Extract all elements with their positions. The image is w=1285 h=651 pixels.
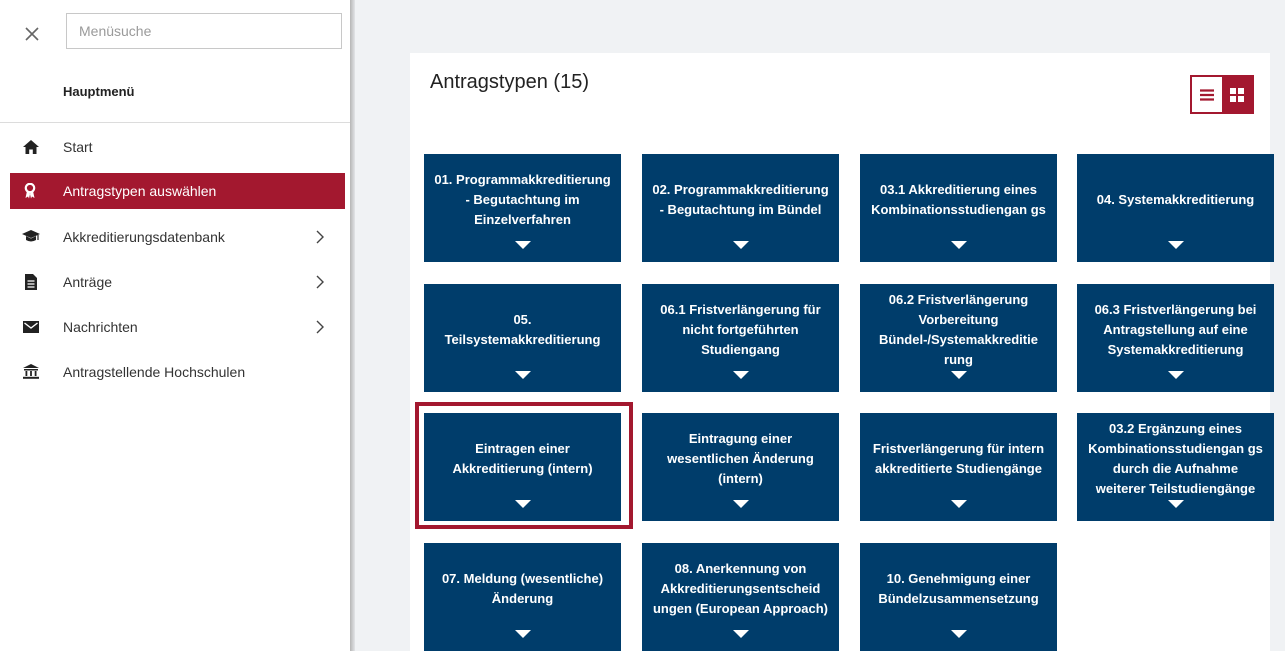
caret-down-icon [514, 500, 531, 508]
tile-application-type[interactable]: 06.3 Fristverlängerung bei Antragstellun… [1077, 284, 1274, 392]
chevron-right-icon [313, 275, 327, 289]
tile-label: 05. Teilsystemakkreditierung [444, 312, 601, 347]
nav-item-label: Antragstellende Hochschulen [63, 363, 246, 380]
nav-item-antragstypen[interactable]: Antragstypen auswählen [10, 173, 345, 209]
grid-icon [1230, 87, 1244, 102]
tile-application-type[interactable]: 07. Meldung (wesentliche) Änderung [424, 543, 621, 651]
caret-down-icon [950, 371, 967, 379]
tile-application-type[interactable]: 03.2 Ergänzung eines Kombinationsstudien… [1077, 413, 1274, 521]
caret-down-icon [732, 500, 749, 508]
close-menu-button[interactable] [20, 22, 44, 46]
tile-label: 01. Programmakkreditierung - Begutachtun… [434, 172, 611, 227]
caret-down-icon [732, 630, 749, 638]
menu-search-input[interactable] [66, 13, 342, 49]
page-title: Antragstypen (15) [430, 71, 589, 93]
caret-down-icon [1167, 500, 1184, 508]
caret-down-icon [950, 241, 967, 249]
chevron-right-icon [313, 230, 327, 244]
list-icon [1200, 88, 1214, 101]
nav-item-label: Antragstypen auswählen [63, 183, 217, 199]
chevron-right-icon [313, 320, 327, 334]
grid-view-button[interactable] [1222, 77, 1252, 112]
caret-down-icon [514, 371, 531, 379]
tile-application-type[interactable]: 02. Programmakkreditierung - Begutachtun… [642, 154, 839, 262]
tile-label: 07. Meldung (wesentliche) Änderung [441, 571, 604, 606]
tile-label: Eintragung einer wesentlichen Änderung (… [667, 431, 814, 486]
menu-divider [0, 122, 350, 123]
close-icon [25, 27, 39, 41]
nav-item-antraege[interactable]: Anträge [0, 259, 345, 304]
caret-down-icon [950, 500, 967, 508]
tile-label: 04. Systemakkreditierung [1096, 192, 1255, 207]
view-toggle [1190, 75, 1254, 114]
tile-application-type[interactable]: Fristverlängerung für intern akkreditier… [860, 413, 1057, 521]
sidebar-edge [350, 0, 355, 651]
caret-down-icon [950, 630, 967, 638]
tile-label: 06.3 Fristverlängerung bei Antragstellun… [1094, 302, 1257, 357]
tile-label: 08. Anerkennung von Akkreditierungsentsc… [652, 561, 829, 616]
graduation-cap-icon [22, 228, 40, 246]
envelope-icon [22, 318, 40, 336]
caret-down-icon [1167, 371, 1184, 379]
tile-application-type[interactable]: Eintragung einer wesentlichen Änderung (… [642, 413, 839, 521]
tile-label: 10. Genehmigung einer Bündelzusammensetz… [878, 571, 1039, 606]
tile-label: Fristverlängerung für intern akkreditier… [872, 441, 1045, 476]
tile-label: 02. Programmakkreditierung - Begutachtun… [652, 182, 829, 217]
nav-item-label: Start [63, 138, 93, 155]
menu-heading: Hauptmenü [63, 84, 135, 99]
university-icon [22, 363, 40, 381]
nav-item-label: Nachrichten [63, 318, 138, 335]
tile-application-type[interactable]: 01. Programmakkreditierung - Begutachtun… [424, 154, 621, 262]
tile-application-type[interactable]: 03.1 Akkreditierung eines Kombinationsst… [860, 154, 1057, 262]
tile-application-type[interactable]: Eintragen einer Akkreditierung (intern) [424, 413, 621, 521]
tile-application-type[interactable]: 10. Genehmigung einer Bündelzusammensetz… [860, 543, 1057, 651]
caret-down-icon [732, 371, 749, 379]
nav-item-akkreditierungsdatenbank[interactable]: Akkreditierungsdatenbank [0, 214, 345, 259]
home-icon [22, 138, 40, 156]
tile-application-type[interactable]: 08. Anerkennung von Akkreditierungsentsc… [642, 543, 839, 651]
tile-application-type[interactable]: 06.1 Fristverlängerung für nicht fortgef… [642, 284, 839, 392]
nav-item-hochschulen[interactable]: Antragstellende Hochschulen [0, 349, 345, 394]
tile-application-type[interactable]: 05. Teilsystemakkreditierung [424, 284, 621, 392]
nav-item-nachrichten[interactable]: Nachrichten [0, 304, 345, 349]
tile-label: 06.2 Fristverlängerung Vorbereitung Bünd… [879, 292, 1038, 367]
sidebar: Hauptmenü Start Antragstypen auswählen A… [0, 0, 350, 651]
nav-item-label: Anträge [63, 273, 113, 290]
caret-down-icon [514, 241, 531, 249]
tile-label: 06.1 Fristverlängerung für nicht fortgef… [660, 302, 821, 357]
caret-down-icon [1167, 241, 1184, 249]
award-icon [22, 182, 40, 200]
tile-label: 03.1 Akkreditierung eines Kombinationsst… [871, 182, 1046, 217]
caret-down-icon [732, 241, 749, 249]
document-icon [22, 273, 40, 291]
tile-label: 03.2 Ergänzung eines Kombinationsstudien… [1088, 421, 1263, 496]
list-view-button[interactable] [1192, 77, 1222, 112]
tile-application-type[interactable]: 06.2 Fristverlängerung Vorbereitung Bünd… [860, 284, 1057, 392]
tile-label: Eintragen einer Akkreditierung (intern) [452, 441, 593, 476]
main-menu: Start Antragstypen auswählen Akkreditier… [0, 124, 345, 394]
tile-application-type[interactable]: 04. Systemakkreditierung [1077, 154, 1274, 262]
nav-item-label: Akkreditierungsdatenbank [63, 228, 225, 245]
caret-down-icon [514, 630, 531, 638]
nav-item-start[interactable]: Start [0, 124, 345, 169]
